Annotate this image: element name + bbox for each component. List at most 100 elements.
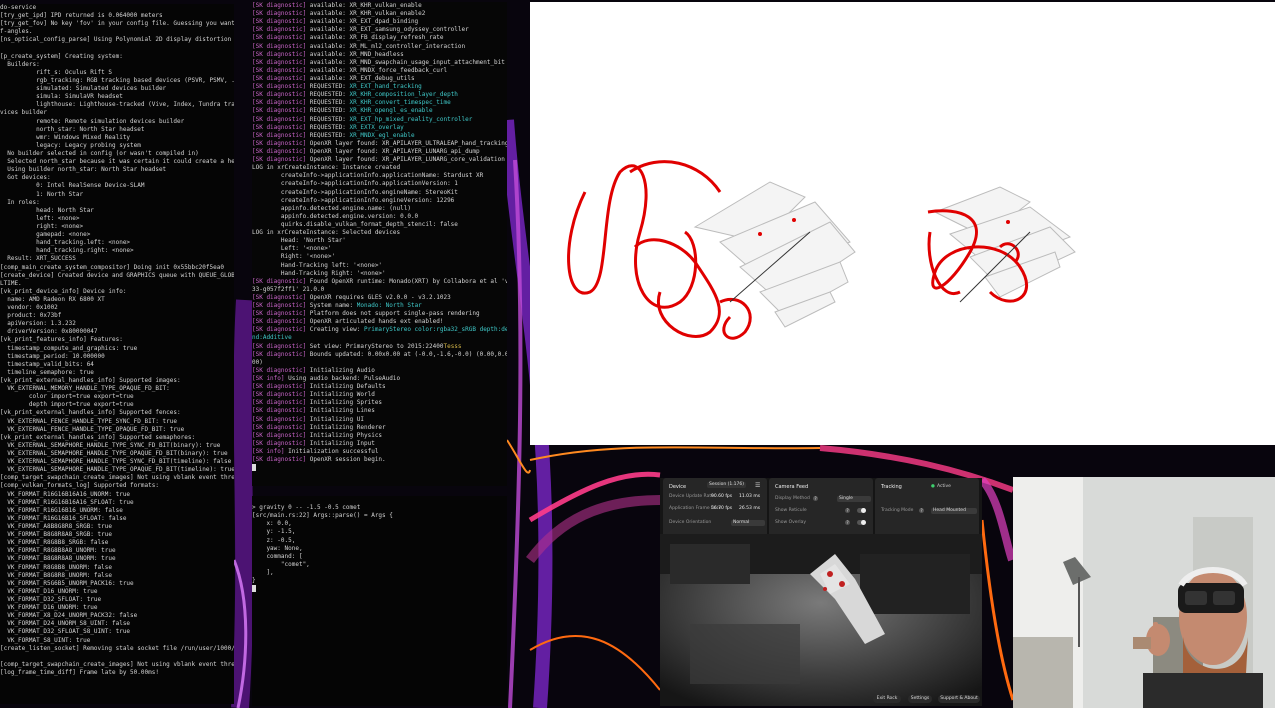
log-text: 00): [252, 358, 263, 366]
log-text: OpenXR layer found: XR_APILAYER_LUNARG_a…: [306, 147, 480, 155]
log-text: Set view: PrimaryStereo to 2015:22400: [306, 342, 444, 350]
log-text: REQUESTED:: [306, 115, 350, 123]
show-reticule-toggle[interactable]: [857, 508, 866, 513]
terminal-line: VK_FORMAT_R16G16B16_UNORM: false: [0, 506, 123, 514]
terminal-line: [SK diagnostic] REQUESTED: XR_KHR_compos…: [252, 91, 507, 99]
terminal-line: timestamp_valid_bits: 64: [0, 360, 94, 368]
terminal-line: wmr: Windows Mixed Reality: [0, 133, 131, 141]
log-tag: [SK diagnostic]: [252, 293, 307, 301]
terminal-line: VK_FORMAT_R5G6B5_UNORM_PACK16: true: [0, 579, 134, 587]
log-text: REQUESTED:: [306, 99, 350, 107]
log-tag: [SK info]: [252, 375, 285, 383]
log-text: available: XR_EXT_debug_utils: [306, 74, 415, 82]
settings-button[interactable]: Settings: [908, 695, 932, 703]
log-text: Found OpenXR runtime: Monado(XRT) by Col…: [309, 277, 507, 285]
terminal-line: VK_FORMAT_B8G8R8_UNORM: false: [0, 571, 112, 579]
terminal-line: [SK diagnostic] Initializing Physics: [252, 432, 507, 440]
tracking-title: Tracking: [881, 484, 902, 490]
terminal-middle[interactable]: [SK diagnostic] available: XR_KHR_vulkan…: [252, 2, 507, 486]
terminal-line: VK_FORMAT_D24_UNORM_S8_UINT: false: [0, 620, 131, 628]
terminal-cursor-line: [252, 464, 507, 472]
device-orientation-select[interactable]: Normal: [731, 520, 765, 526]
terminal-line: LOG in xrCreateInstance: Selected device…: [252, 229, 507, 237]
log-text: available: XR_MND_headless: [306, 50, 404, 58]
log-text: Initializing UI: [306, 415, 364, 423]
terminal-line: createInfo->applicationInfo.engineVersio…: [252, 197, 507, 205]
terminal-line: nd:Additive: [252, 334, 507, 342]
log-tag: [SK diagnostic]: [252, 156, 307, 164]
app-frame-rate-row: Application Frame Rate 56.70 fps 26.53 m…: [669, 506, 763, 514]
terminal-line: VK_FORMAT_X8_D24_UNORM_PACK32: false: [0, 612, 138, 620]
webcam-feed: [1013, 477, 1275, 708]
log-tag: [SK diagnostic]: [252, 147, 307, 155]
display-method-select[interactable]: Single: [837, 496, 871, 502]
exit-rock-button[interactable]: Exit Rock: [873, 695, 901, 703]
log-highlight: nd:Additive: [252, 334, 292, 342]
log-text: Initializing World: [306, 391, 375, 399]
terminal-line: [SK diagnostic] Initializing Input: [252, 440, 507, 448]
terminal-line: VK_FORMAT_S8_UINT: true: [0, 636, 91, 644]
terminal-line: [vk_print_external_handles_info] Support…: [0, 377, 181, 385]
show-reticule-label: Show Reticule: [775, 508, 807, 513]
log-text: Platform does not support single-pass re…: [306, 310, 480, 318]
log-tag: [SK diagnostic]: [252, 383, 307, 391]
log-text: available: XR_MND_swapchain_usage_input_…: [306, 58, 505, 66]
cursor[interactable]: [252, 585, 256, 593]
terminal-line: gamepad: <none>: [0, 231, 91, 239]
terminal-line: [ns_optical_config_parse] Using Polynomi…: [0, 36, 232, 44]
log-tag: [SK diagnostic]: [252, 34, 307, 42]
terminal-line: product: 0x73bf: [0, 312, 62, 320]
terminal-line: VK_FORMAT_B8G8R8A8_SRGB: true: [0, 531, 112, 539]
log-tag: [SK diagnostic]: [252, 50, 307, 58]
log-text: createInfo->applicationInfo.engineVersio…: [252, 196, 455, 204]
tracking-status: Active: [937, 484, 951, 489]
terminal-line: legacy: Legacy probing system: [0, 141, 141, 149]
terminal-left[interactable]: do-service [try_get_ipd] IPD returned is …: [0, 4, 234, 704]
session-dropdown[interactable]: Session (1.176): [707, 482, 746, 488]
help-icon[interactable]: ?: [845, 520, 850, 525]
terminal-line: [SK diagnostic] REQUESTED: XR_KHR_conver…: [252, 99, 507, 107]
terminal-line: [SK diagnostic] Bounds updated: 0.00x0.0…: [252, 351, 507, 359]
terminal-line: [vk_print_features_info] Features:: [0, 336, 123, 344]
terminal-line: Selected north_star because it was certa…: [0, 158, 234, 166]
terminal-line: createInfo->applicationInfo.engineName: …: [252, 189, 507, 197]
log-text: quirks.disable_vulkan_format_depth_stenc…: [252, 220, 458, 228]
terminal-line: VK_EXTERNAL_MEMORY_HANDLE_TYPE_OPAQUE_FD…: [0, 385, 170, 393]
log-tag: [SK diagnostic]: [252, 26, 307, 34]
terminal-line: > gravity 0 -- -1.5 -0.5 comet: [252, 504, 361, 512]
terminal-line: do-service: [0, 4, 37, 11]
terminal-line: [comp_target_swapchain_create_images] No…: [0, 474, 234, 482]
log-text: Bounds updated: 0.00x0.00 at (-0.0,-1.6,…: [309, 350, 507, 358]
terminal-line: Head: 'North Star': [252, 237, 507, 245]
support-about-button[interactable]: Support & About: [938, 695, 980, 703]
terminal-middle-bottom[interactable]: > gravity 0 -- -1.5 -0.5 comet [src/main.…: [252, 496, 507, 706]
show-overlay-toggle[interactable]: [857, 520, 866, 525]
menu-icon[interactable]: ☰: [755, 482, 760, 489]
terminal-line: [SK info] Initialization successful: [252, 448, 507, 456]
tracking-mode-select[interactable]: Head Mounted: [931, 508, 977, 514]
terminal-line: x: 0.0,: [252, 520, 292, 528]
cursor[interactable]: [252, 464, 256, 472]
terminal-line: north_star: North Star headset: [0, 125, 145, 133]
terminal-line: VK_FORMAT_R8G8B8_UNORM: false: [0, 563, 112, 571]
terminal-line: vendor: 0x1002: [0, 304, 58, 312]
log-text: Initializing Input: [306, 439, 375, 447]
terminal-line: [try_get_fov] No key 'fov' in your confi…: [0, 20, 234, 28]
terminal-line: VK_EXTERNAL_SEMAPHORE_HANDLE_TYPE_OPAQUE…: [0, 450, 228, 458]
tracking-status-dot-icon: ●: [931, 484, 935, 489]
terminal-line: VK_FORMAT_A8B8G8R8_SRGB: true: [0, 523, 112, 530]
terminal-line: VK_EXTERNAL_FENCE_HANDLE_TYPE_OPAQUE_FD_…: [0, 425, 185, 433]
log-highlight: XR_KHR_opengl_es_enable: [349, 107, 433, 115]
device-update-ms: 11.03 ms: [739, 494, 761, 499]
terminal-line: 1: North Star: [0, 190, 84, 198]
help-icon[interactable]: ?: [845, 508, 850, 513]
terminal-line: hand_tracking.right: <none>: [0, 247, 134, 255]
log-text: available: XR_MNDX_force_feedback_curl: [306, 66, 448, 74]
terminal-line: yaw: None,: [252, 544, 303, 552]
log-text: REQUESTED:: [306, 91, 350, 99]
terminal-line: [SK diagnostic] Initializing Renderer: [252, 424, 507, 432]
help-icon[interactable]: ?: [919, 508, 924, 513]
help-icon[interactable]: ?: [813, 496, 818, 501]
app-frame-fps: 56.70 fps: [711, 506, 733, 511]
